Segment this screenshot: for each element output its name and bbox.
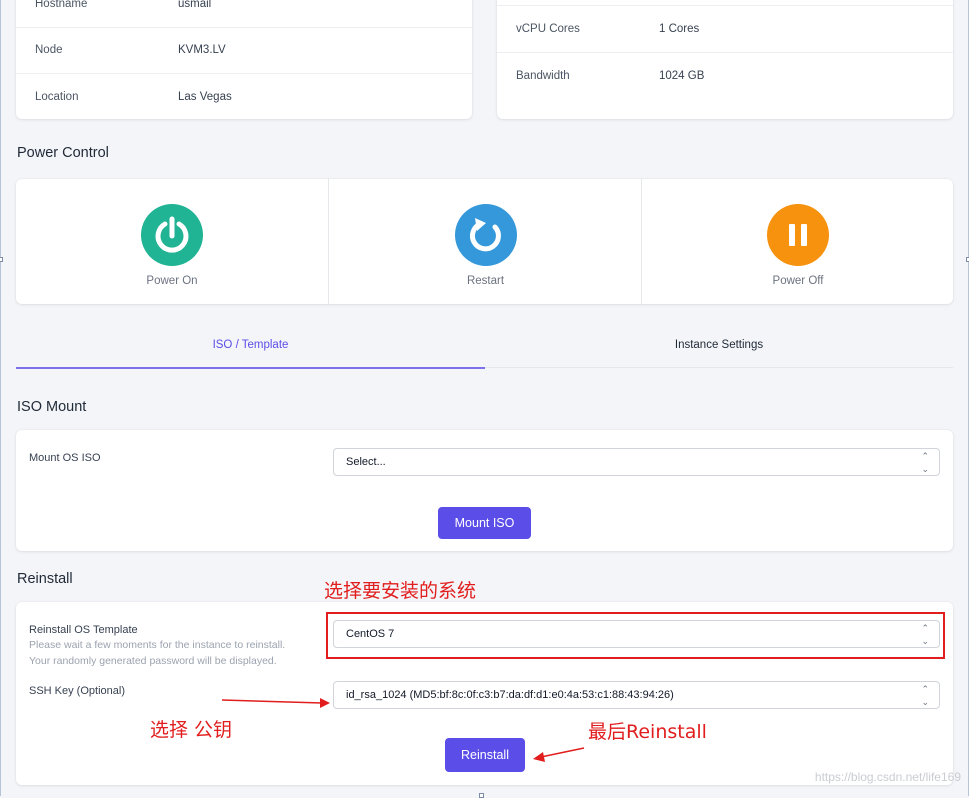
restart-icon	[469, 218, 501, 252]
power-off-cell: Power Off	[641, 179, 954, 304]
info-row-bandwidth: Bandwidth 1024 GB	[497, 52, 953, 99]
info-key: Node	[35, 43, 63, 56]
resize-handle-left	[0, 257, 3, 262]
info-value: 1024 GB	[659, 69, 705, 82]
info-value: 1 Cores	[659, 22, 700, 35]
reinstall-hint-2: Your randomly generated password will be…	[29, 655, 277, 667]
power-on-button[interactable]	[141, 204, 203, 266]
iso-select[interactable]: Select... ⌃ ⌄	[333, 448, 940, 476]
info-key: Hostname	[35, 0, 88, 10]
mount-iso-button[interactable]: Mount ISO	[438, 507, 531, 539]
power-on-label: Power On	[146, 275, 198, 287]
server-info-card-right: vCPU Cores 1 Cores Bandwidth 1024 GB	[497, 0, 953, 119]
info-row-hostname: Hostname usmail	[16, 0, 472, 28]
info-row-location: Location Las Vegas	[16, 73, 472, 120]
iso-select-value: Select...	[346, 456, 386, 468]
ssh-key-select[interactable]: id_rsa_1024 (MD5:bf:8c:0f:c3:b7:da:df:d1…	[333, 681, 940, 709]
power-control-card: Power On Restart Power Off	[16, 179, 953, 304]
restart-label: Restart	[466, 275, 505, 287]
info-row-vcpu: vCPU Cores 1 Cores	[497, 5, 953, 53]
tab-iso-template[interactable]: ISO / Template	[16, 325, 485, 369]
power-on-cell: Power On	[16, 179, 328, 304]
annotation-finally-reinstall: 最后Reinstall	[588, 721, 707, 743]
info-key: Bandwidth	[516, 69, 570, 82]
chevron-updown-icon: ⌃ ⌄	[921, 684, 929, 707]
reinstall-hint-1: Please wait a few moments for the instan…	[29, 639, 286, 651]
highlight-box	[326, 612, 945, 659]
annotation-choose-system: 选择要安装的系统	[324, 580, 477, 602]
info-value: usmail	[178, 0, 212, 10]
restart-button[interactable]	[454, 204, 517, 266]
power-icon	[155, 216, 189, 253]
ssh-key-select-value: id_rsa_1024 (MD5:bf:8c:0f:c3:b7:da:df:d1…	[346, 689, 674, 701]
iso-mount-title: ISO Mount	[17, 399, 87, 415]
iso-mount-card: Mount OS ISO Select... ⌃ ⌄ Mount ISO	[16, 430, 953, 551]
power-off-button[interactable]	[767, 204, 829, 266]
restart-cell: Restart	[328, 179, 642, 304]
info-row-node: Node KVM3.LV	[16, 26, 472, 74]
info-key: vCPU Cores	[516, 22, 580, 35]
ssh-key-label: SSH Key (Optional)	[29, 685, 125, 697]
info-key: Location	[35, 90, 79, 103]
mount-os-iso-label: Mount OS ISO	[29, 452, 101, 464]
reinstall-title: Reinstall	[17, 571, 73, 587]
power-control-title: Power Control	[17, 145, 109, 161]
annotation-choose-key: 选择 公钥	[150, 719, 233, 741]
info-value: KVM3.LV	[178, 43, 226, 56]
server-info-card-left: Hostname usmail Node KVM3.LV Location La…	[16, 0, 472, 119]
info-value: Las Vegas	[178, 90, 232, 103]
reinstall-os-template-label: Reinstall OS Template	[29, 624, 138, 636]
tab-instance-settings[interactable]: Instance Settings	[485, 325, 953, 367]
chevron-updown-icon: ⌃ ⌄	[921, 451, 929, 474]
pause-icon	[789, 224, 807, 246]
power-off-label: Power Off	[772, 275, 824, 287]
reinstall-button[interactable]: Reinstall	[445, 738, 525, 772]
watermark: https://blog.csdn.net/life169	[814, 770, 961, 784]
